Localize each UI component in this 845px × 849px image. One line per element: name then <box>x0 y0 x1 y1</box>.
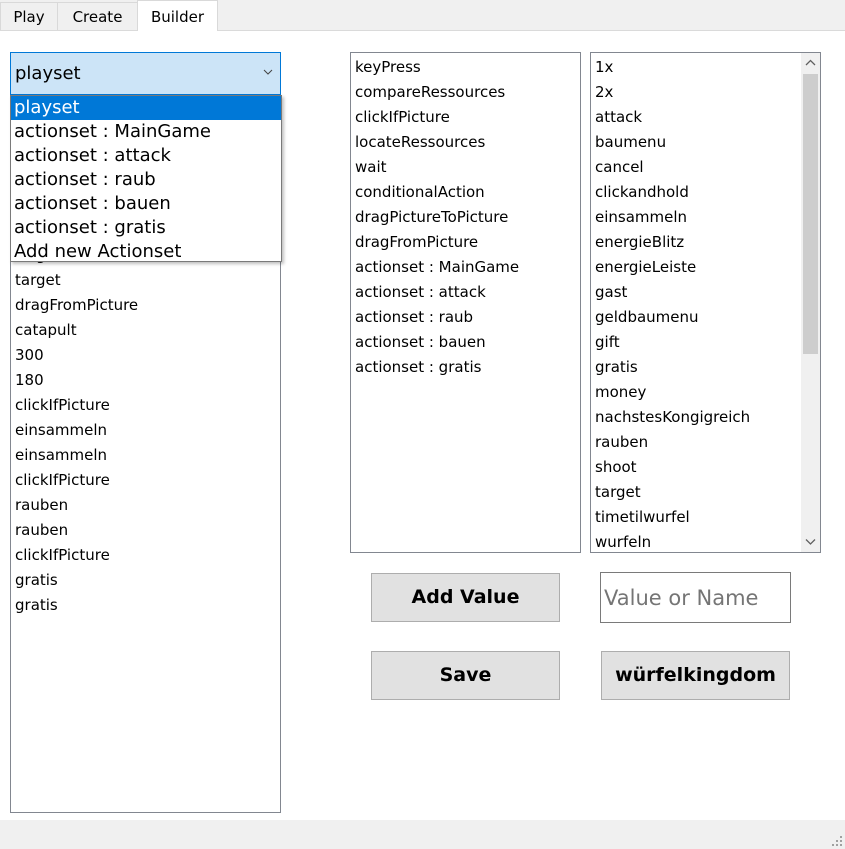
picture-list-item[interactable]: einsammeln <box>591 205 820 230</box>
tab-create[interactable]: Create <box>57 2 138 30</box>
action-list-item[interactable]: wait <box>351 155 580 180</box>
action-list-item[interactable]: actionset : gratis <box>351 355 580 380</box>
dropdown-option[interactable]: playset <box>11 96 281 120</box>
action-list-item[interactable]: actionset : attack <box>351 280 580 305</box>
picture-list-item[interactable]: 1x <box>591 55 820 80</box>
action-list-item[interactable]: dragFromPicture <box>351 230 580 255</box>
dropdown-option[interactable]: actionset : MainGame <box>11 120 281 144</box>
dropdown-option[interactable]: Add new Actionset <box>11 240 281 264</box>
resize-grip-icon[interactable] <box>831 835 843 847</box>
picture-list-scrollbar[interactable] <box>801 53 820 552</box>
action-list-item[interactable]: actionset : MainGame <box>351 255 580 280</box>
playset-list-item[interactable]: rauben <box>11 493 280 518</box>
status-bar <box>0 820 845 849</box>
dropdown-option[interactable]: actionset : attack <box>11 144 281 168</box>
picture-list-item[interactable]: timetilwurfel <box>591 505 820 530</box>
playset-list-item[interactable]: einsammeln <box>11 418 280 443</box>
actionset-combobox[interactable]: playset <box>10 52 281 95</box>
picture-list-item[interactable]: nachstesKongigreich <box>591 405 820 430</box>
chevron-down-icon[interactable] <box>262 66 274 78</box>
combobox-selected-value: playset <box>15 63 81 84</box>
playset-list-item[interactable]: clickIfPicture <box>11 468 280 493</box>
action-type-list[interactable]: keyPress compareRessources clickIfPicture l… <box>350 52 581 553</box>
action-list-item[interactable]: locateRessources <box>351 130 580 155</box>
playset-list-item[interactable]: gratis <box>11 593 280 618</box>
tab-divider <box>0 30 845 31</box>
scrollbar-thumb[interactable] <box>803 74 818 354</box>
action-list-item[interactable]: keyPress <box>351 55 580 80</box>
dropdown-option[interactable]: actionset : raub <box>11 168 281 192</box>
playset-list-item[interactable]: dragFromPicture <box>11 293 280 318</box>
playset-list-item[interactable]: clickIfPicture <box>11 393 280 418</box>
action-list-item[interactable]: compareRessources <box>351 80 580 105</box>
scroll-up-icon[interactable] <box>805 58 816 69</box>
picture-list-item[interactable]: cancel <box>591 155 820 180</box>
picture-list-item[interactable]: rauben <box>591 430 820 455</box>
scroll-down-icon[interactable] <box>805 536 816 547</box>
playset-list-item[interactable]: einsammeln <box>11 443 280 468</box>
playset-list-item[interactable]: 180 <box>11 368 280 393</box>
action-list-item[interactable]: clickIfPicture <box>351 105 580 130</box>
action-list-item[interactable]: actionset : bauen <box>351 330 580 355</box>
action-list-item[interactable]: conditionalAction <box>351 180 580 205</box>
picture-list-item[interactable]: gift <box>591 330 820 355</box>
picture-list-item[interactable]: wurfeln <box>591 530 820 552</box>
picture-list-item[interactable]: energieBlitz <box>591 230 820 255</box>
dropdown-option[interactable]: actionset : gratis <box>11 216 281 240</box>
action-list-item[interactable]: dragPictureToPicture <box>351 205 580 230</box>
action-list-item[interactable]: actionset : raub <box>351 305 580 330</box>
picture-list-item[interactable]: 2x <box>591 80 820 105</box>
picture-list-item[interactable]: energieLeiste <box>591 255 820 280</box>
picture-list-item[interactable]: shoot <box>591 455 820 480</box>
value-or-name-input[interactable] <box>600 572 791 623</box>
add-value-button[interactable]: Add Value <box>371 573 560 622</box>
picture-list-item[interactable]: gast <box>591 280 820 305</box>
playset-list-item[interactable]: 300 <box>11 343 280 368</box>
playset-list-item[interactable]: catapult <box>11 318 280 343</box>
picture-list-item[interactable]: clickandhold <box>591 180 820 205</box>
playset-list-item[interactable]: rauben <box>11 518 280 543</box>
save-button[interactable]: Save <box>371 651 560 700</box>
picture-list-item[interactable]: baumenu <box>591 130 820 155</box>
picture-list-item[interactable]: attack <box>591 105 820 130</box>
dropdown-option[interactable]: actionset : bauen <box>11 192 281 216</box>
picture-list-item[interactable]: money <box>591 380 820 405</box>
picture-list-item[interactable]: geldbaumenu <box>591 305 820 330</box>
playset-list-item[interactable]: target <box>11 268 280 293</box>
tab-builder[interactable]: Builder <box>137 0 218 31</box>
picture-list-item[interactable]: gratis <box>591 355 820 380</box>
playset-list-item[interactable]: clickIfPicture <box>11 543 280 568</box>
tab-play[interactable]: Play <box>0 2 58 30</box>
actionset-dropdown[interactable]: playset actionset : MainGame actionset : a… <box>10 95 282 262</box>
project-name-button[interactable]: würfelkingdom <box>601 651 790 700</box>
picture-list[interactable]: 1x 2x attack baumenu cancel clickandhold einsa… <box>590 52 821 553</box>
playset-list-item[interactable]: gratis <box>11 568 280 593</box>
picture-list-item[interactable]: target <box>591 480 820 505</box>
